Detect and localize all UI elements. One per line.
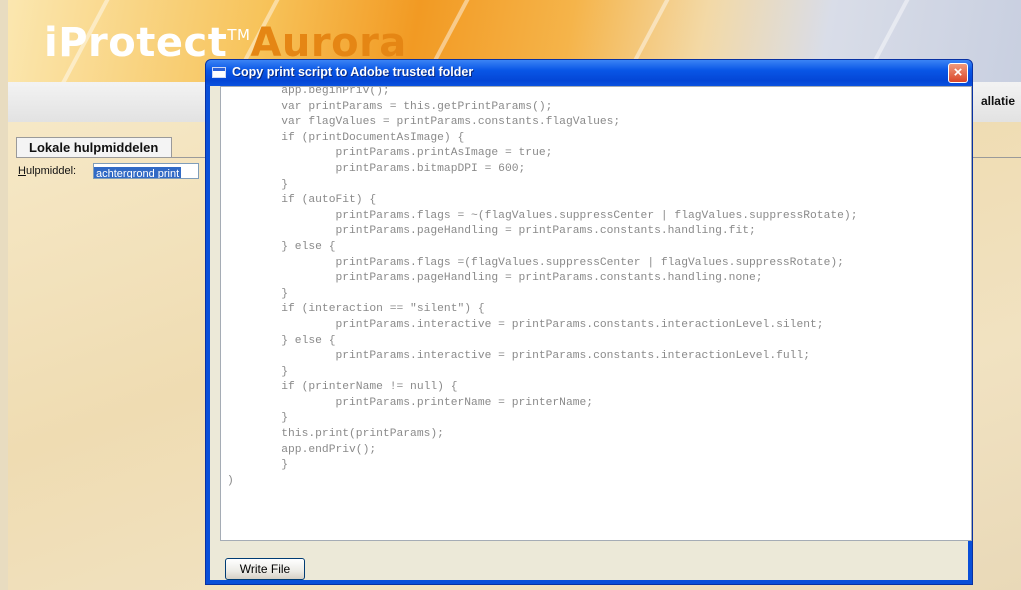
hulpmiddel-selected-value: achtergrond print (94, 167, 182, 179)
script-code: app.beginPriv(); var printParams = this.… (227, 86, 858, 487)
hulpmiddel-label: Hulpmiddel: (18, 165, 77, 177)
nav-item-installatie[interactable]: allatie (981, 94, 1015, 108)
script-textarea[interactable]: app.beginPriv(); var printParams = this.… (220, 86, 972, 541)
logo-main: iProtect (44, 20, 228, 66)
close-button[interactable]: × (948, 63, 968, 83)
dialog-title: Copy print script to Adobe trusted folde… (232, 65, 474, 79)
write-file-button[interactable]: Write File (225, 558, 305, 580)
copy-script-dialog: Copy print script to Adobe trusted folde… (205, 59, 973, 585)
hulpmiddel-select[interactable]: achtergrond print (93, 163, 199, 179)
tab-lokale-hulpmiddelen[interactable]: Lokale hulpmiddelen (16, 137, 172, 157)
window-icon (212, 67, 226, 78)
logo-trademark: TM (227, 26, 251, 44)
dialog-titlebar[interactable]: Copy print script to Adobe trusted folde… (206, 60, 972, 86)
dialog-body: app.beginPriv(); var printParams = this.… (210, 86, 972, 580)
